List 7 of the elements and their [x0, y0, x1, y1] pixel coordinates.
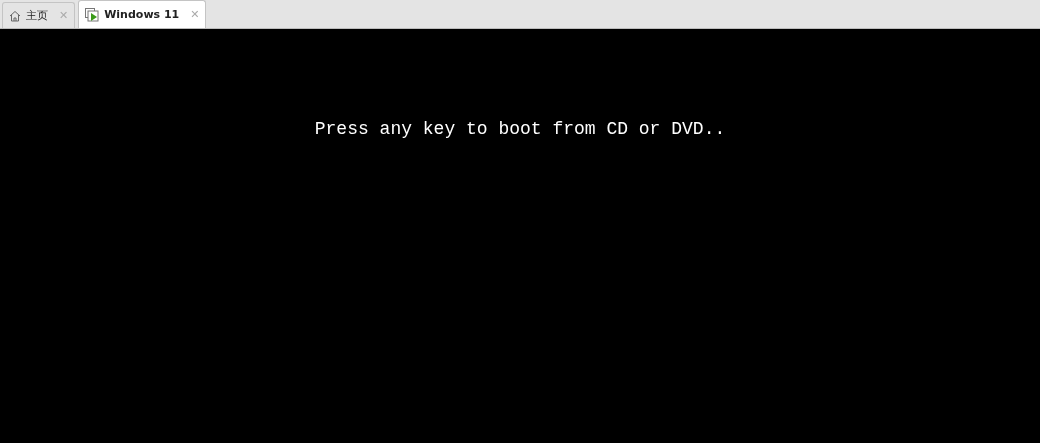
- console-message: Press any key to boot from CD or DVD..: [314, 119, 726, 139]
- house-icon: [9, 9, 21, 22]
- tab-label: 主页: [26, 8, 48, 23]
- tab[interactable]: Windows 11 ✕: [78, 0, 207, 28]
- tab-label: Windows 11: [104, 8, 180, 21]
- virtual-machine-icon: [85, 7, 100, 22]
- tab[interactable]: 主页 ✕: [2, 2, 76, 28]
